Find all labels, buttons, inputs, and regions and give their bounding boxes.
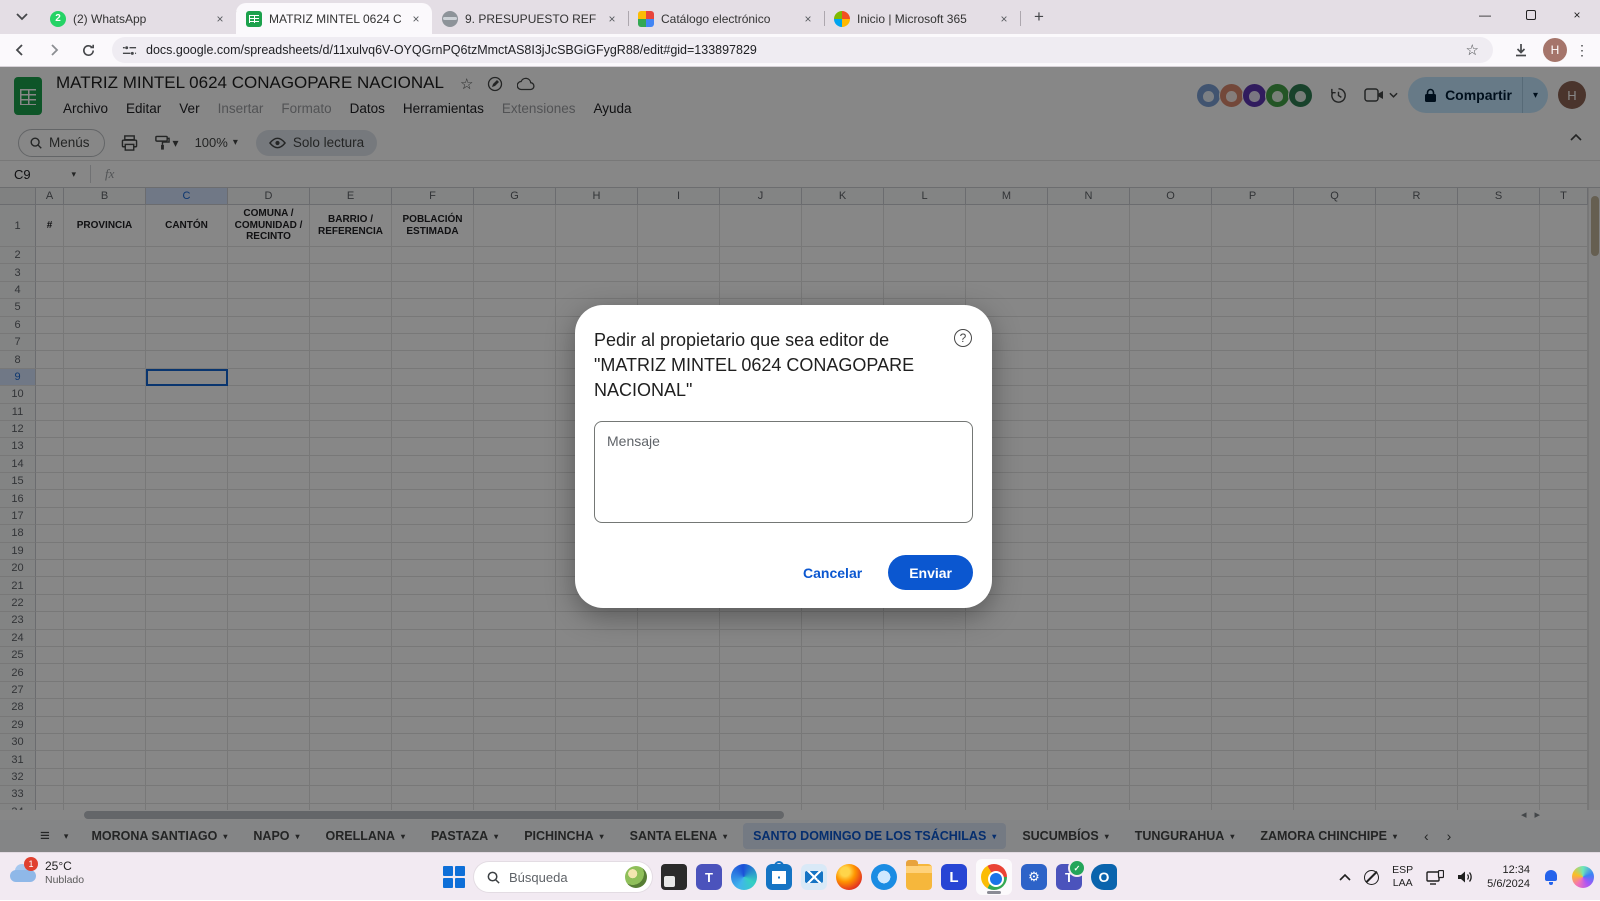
browser-tab[interactable]: MATRIZ MINTEL 0624 CONAGO × [236, 3, 432, 34]
taskbar-center-apps: Búsqueda [443, 853, 1117, 901]
weather-condition: Nublado [45, 874, 84, 887]
teams-check-icon[interactable] [1056, 864, 1082, 890]
start-button[interactable] [443, 866, 465, 888]
media-app-icon[interactable] [871, 864, 897, 890]
system-tray: ESP LAA 12:34 5/6/2024 [1339, 853, 1594, 901]
help-icon[interactable]: ? [954, 329, 972, 347]
site-settings-icon[interactable] [122, 43, 137, 58]
notifications-bell-icon[interactable] [1543, 869, 1559, 885]
tray-date: 5/6/2024 [1487, 877, 1530, 891]
tab-label: 9. PRESUPUESTO REFERENCIAL [465, 12, 597, 26]
send-button[interactable]: Enviar [888, 555, 973, 590]
language-indicator[interactable]: ESP LAA [1392, 864, 1413, 890]
pinned-apps [661, 859, 1117, 895]
tab-label: (2) WhatsApp [73, 12, 205, 26]
volume-icon[interactable] [1457, 870, 1474, 884]
weather-widget[interactable]: 1 25°C Nublado [8, 859, 84, 887]
tab-label: Inicio | Microsoft 365 [857, 12, 989, 26]
teams-icon[interactable] [696, 864, 722, 890]
browser-profile-avatar[interactable]: H [1543, 38, 1567, 62]
admin-tool-icon[interactable] [1021, 864, 1047, 890]
firefox-icon[interactable] [836, 864, 862, 890]
tab-label: Catálogo electrónico [661, 12, 793, 26]
tray-expand-icon[interactable] [1339, 873, 1351, 881]
sheets-favicon-icon [246, 11, 262, 27]
dialog-title: Pedir al propietario que sea editor de "… [594, 328, 924, 403]
browser-navbar: docs.google.com/spreadsheets/d/11xulvq6V… [0, 34, 1600, 67]
windows-taskbar: 1 25°C Nublado Búsqueda ESP LAA [0, 852, 1600, 900]
notification-badge: 1 [24, 857, 38, 871]
weather-temperature: 25°C [45, 859, 84, 874]
browser-tab[interactable]: (2) WhatsApp × [40, 3, 236, 34]
browser-tab[interactable]: Catálogo electrónico × [628, 3, 824, 34]
language-code: ESP [1392, 864, 1413, 877]
store-icon[interactable] [766, 864, 792, 890]
l-app-icon[interactable] [941, 864, 967, 890]
browser-menu-icon[interactable]: ⋮ [1575, 42, 1590, 59]
back-icon[interactable] [6, 36, 34, 64]
tray-time: 12:34 [1502, 863, 1530, 877]
minimize-button[interactable]: — [1462, 0, 1508, 30]
search-icon [486, 870, 501, 885]
cancel-button[interactable]: Cancelar [787, 557, 878, 589]
browser-tabs-container: (2) WhatsApp×MATRIZ MINTEL 0624 CONAGO×9… [40, 3, 1020, 34]
whatsapp-favicon-icon [50, 11, 66, 27]
window-controls: — × [1462, 0, 1600, 30]
dialog-buttons: Cancelar Enviar [787, 555, 973, 590]
message-input[interactable] [594, 421, 973, 523]
url-text: docs.google.com/spreadsheets/d/11xulvq6V… [146, 43, 1462, 57]
download-icon[interactable] [1507, 36, 1535, 64]
tab-close-icon[interactable]: × [996, 11, 1012, 27]
network-icon[interactable] [1426, 870, 1444, 885]
request-edit-access-dialog: Pedir al propietario que sea editor de "… [575, 305, 992, 608]
tab-close-icon[interactable]: × [212, 11, 228, 27]
do-not-disturb-icon[interactable] [1364, 870, 1379, 885]
search-placeholder: Búsqueda [509, 870, 617, 885]
search-highlight-image[interactable] [625, 866, 647, 888]
task-view-icon[interactable] [661, 864, 687, 890]
tab-label: MATRIZ MINTEL 0624 CONAGO [269, 12, 401, 26]
globe-favicon-icon [442, 11, 458, 27]
active-app-highlight [976, 859, 1012, 895]
browser-tab-strip: (2) WhatsApp×MATRIZ MINTEL 0624 CONAGO×9… [0, 0, 1600, 34]
taskbar-search[interactable]: Búsqueda [474, 862, 652, 892]
catalog-favicon-icon [638, 11, 654, 27]
clock[interactable]: 12:34 5/6/2024 [1487, 863, 1530, 892]
tab-close-icon[interactable]: × [800, 11, 816, 27]
edge-icon[interactable] [731, 864, 757, 890]
chrome-icon[interactable] [981, 864, 1007, 890]
outlook-icon[interactable] [1091, 864, 1117, 890]
restore-button[interactable] [1508, 0, 1554, 30]
browser-tab[interactable]: 9. PRESUPUESTO REFERENCIAL × [432, 3, 628, 34]
close-button[interactable]: × [1554, 0, 1600, 30]
mail-icon[interactable] [801, 864, 827, 890]
tab-close-icon[interactable]: × [604, 11, 620, 27]
reload-icon[interactable] [74, 36, 102, 64]
weather-cloud-icon: 1 [8, 862, 38, 884]
tab-close-icon[interactable]: × [408, 11, 424, 27]
url-bar[interactable]: docs.google.com/spreadsheets/d/11xulvq6V… [112, 37, 1493, 63]
bookmark-star-icon[interactable]: ☆ [1462, 41, 1483, 59]
file-explorer-icon[interactable] [906, 864, 932, 890]
tab-search-chevron-icon[interactable] [8, 3, 36, 31]
new-tab-button[interactable]: + [1026, 4, 1052, 30]
keyboard-layout: LAA [1393, 877, 1413, 890]
forward-icon[interactable] [40, 36, 68, 64]
m365-favicon-icon [834, 11, 850, 27]
browser-tab[interactable]: Inicio | Microsoft 365 × [824, 3, 1020, 34]
copilot-icon[interactable] [1572, 866, 1594, 888]
